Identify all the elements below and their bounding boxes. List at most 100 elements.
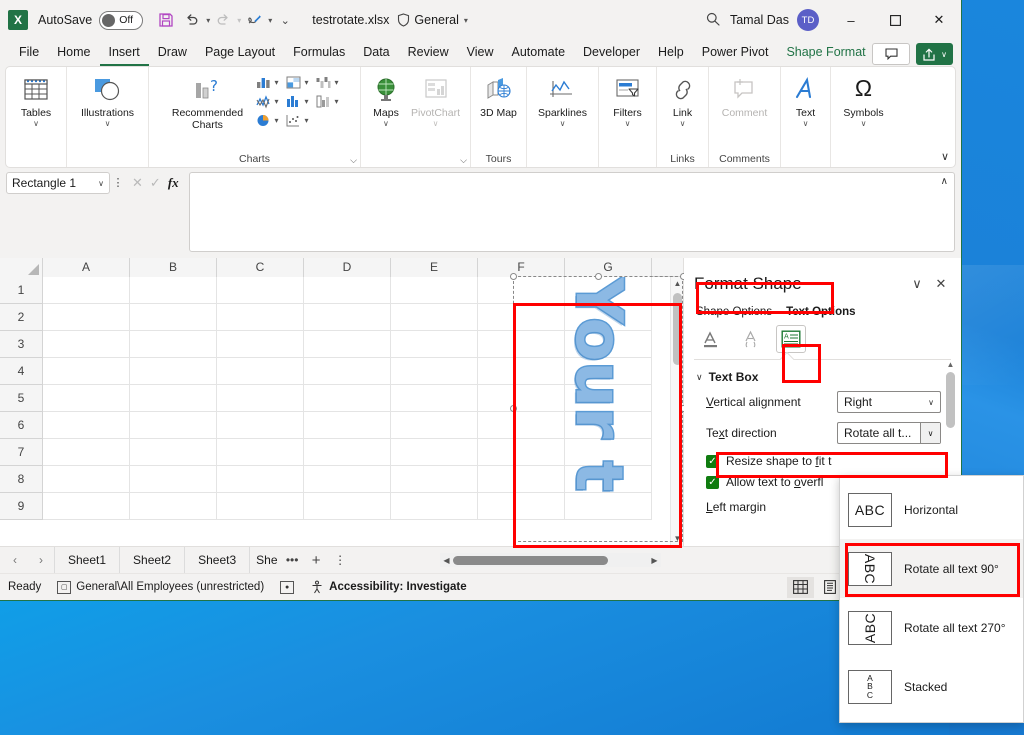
chevron-down-icon[interactable]: ∨: [920, 423, 940, 443]
sparklines-dropdown-caret[interactable]: ∨: [560, 119, 566, 128]
3d-map-button[interactable]: 3D Map: [475, 70, 522, 119]
cell[interactable]: [304, 439, 391, 466]
cell[interactable]: [217, 358, 304, 385]
shape-handle-mr[interactable]: [680, 405, 684, 412]
cell[interactable]: [217, 331, 304, 358]
cell[interactable]: [43, 493, 130, 520]
autosave-toggle[interactable]: Off: [99, 10, 144, 30]
maps-dialog-launcher[interactable]: ⌵: [460, 155, 467, 166]
text-box-section-header[interactable]: ∨ Text Box: [684, 370, 961, 384]
tab-text-options[interactable]: Text Options: [786, 306, 855, 318]
maps-dropdown-caret[interactable]: ∨: [383, 119, 389, 128]
cell[interactable]: [391, 439, 478, 466]
column-header-g[interactable]: G: [565, 258, 652, 277]
tab-insert[interactable]: Insert: [99, 42, 149, 66]
cell[interactable]: [304, 412, 391, 439]
cell[interactable]: [43, 358, 130, 385]
shape-handle-tr[interactable]: [680, 273, 684, 280]
link-button[interactable]: Link ∨: [663, 70, 703, 128]
scatter-chart-icon[interactable]: ▾: [282, 111, 310, 129]
row-header-5[interactable]: 5: [0, 385, 42, 412]
sheet-tab-sheet1[interactable]: Sheet1: [54, 546, 121, 574]
row-header-3[interactable]: 3: [0, 331, 42, 358]
line-chart-icon[interactable]: ▾: [252, 92, 280, 110]
maps-button[interactable]: Maps ∨: [366, 70, 406, 128]
pie-chart-icon[interactable]: ▾: [252, 111, 280, 129]
save-icon[interactable]: [153, 6, 179, 34]
ribbon-collapse-button[interactable]: ∨: [941, 150, 949, 163]
row-header-8[interactable]: 8: [0, 466, 42, 493]
cell[interactable]: [130, 277, 217, 304]
search-icon[interactable]: [696, 11, 730, 30]
wordart-shape[interactable]: Your t: [513, 277, 683, 543]
insert-function-icon[interactable]: fx: [168, 175, 179, 191]
waterfall-chart-icon[interactable]: ▾: [313, 73, 341, 91]
tab-help[interactable]: Help: [649, 42, 693, 66]
hscroll-right-icon[interactable]: ▶: [648, 556, 661, 565]
tab-automate[interactable]: Automate: [503, 42, 575, 66]
sensitivity-caret[interactable]: ▾: [464, 16, 468, 25]
tab-data[interactable]: Data: [354, 42, 398, 66]
tab-page-layout[interactable]: Page Layout: [196, 42, 284, 66]
cell[interactable]: [391, 412, 478, 439]
cell[interactable]: [217, 466, 304, 493]
cell[interactable]: [130, 358, 217, 385]
cell[interactable]: [43, 466, 130, 493]
select-all-corner[interactable]: [0, 258, 43, 277]
formula-bar-expand-icon[interactable]: ∧: [941, 176, 948, 187]
sheet-tab-sheet2[interactable]: Sheet2: [120, 546, 186, 574]
charts-dialog-launcher[interactable]: ⌵: [350, 155, 357, 166]
cell[interactable]: [391, 385, 478, 412]
cell[interactable]: [304, 358, 391, 385]
name-box[interactable]: Rectangle 1 ∨: [6, 172, 110, 194]
sensitivity-label-button[interactable]: General ▾: [397, 13, 468, 27]
hierarchy-chart-icon[interactable]: ▾: [282, 73, 310, 91]
cell[interactable]: [217, 439, 304, 466]
cell[interactable]: [391, 493, 478, 520]
sparklines-button[interactable]: Sparklines ∨: [533, 70, 592, 128]
tab-review[interactable]: Review: [399, 42, 458, 66]
share-button[interactable]: ∨: [916, 43, 953, 65]
pane-scroll-up-icon[interactable]: ▲: [947, 360, 955, 369]
cell[interactable]: [130, 493, 217, 520]
cell[interactable]: [43, 385, 130, 412]
tab-home[interactable]: Home: [48, 42, 99, 66]
vertical-alignment-dropdown[interactable]: Right ∨: [837, 391, 941, 413]
file-name[interactable]: testrotate.xlsx: [312, 13, 389, 27]
cell[interactable]: [130, 466, 217, 493]
column-chart-icon[interactable]: ▾: [252, 73, 280, 91]
menu-item-rotate-90[interactable]: ABC Rotate all text 90°: [840, 539, 1023, 598]
cell[interactable]: [217, 304, 304, 331]
tab-file[interactable]: File: [10, 42, 48, 66]
previous-sheet-icon[interactable]: ‹: [2, 553, 28, 567]
cell[interactable]: [43, 439, 130, 466]
text-effects-icon[interactable]: [736, 325, 766, 353]
tab-draw[interactable]: Draw: [149, 42, 196, 66]
row-header-6[interactable]: 6: [0, 412, 42, 439]
row-header-7[interactable]: 7: [0, 439, 42, 466]
filters-button[interactable]: Filters ∨: [608, 70, 648, 128]
cell[interactable]: [217, 277, 304, 304]
tab-power-pivot[interactable]: Power Pivot: [693, 42, 778, 66]
column-header-f[interactable]: F: [478, 258, 565, 277]
cell[interactable]: [391, 304, 478, 331]
cell[interactable]: [304, 277, 391, 304]
cell[interactable]: [391, 277, 478, 304]
cell[interactable]: [391, 466, 478, 493]
horizontal-scrollbar-thumb[interactable]: [453, 555, 608, 565]
accessibility-status-item[interactable]: Accessibility: Investigate: [310, 580, 467, 594]
cell[interactable]: [391, 331, 478, 358]
tab-shape-format[interactable]: Shape Format: [777, 42, 874, 66]
tab-view[interactable]: View: [458, 42, 503, 66]
cell[interactable]: [130, 385, 217, 412]
sheet-menu-icon[interactable]: ⋮: [328, 553, 352, 567]
close-button[interactable]: ✕: [917, 0, 961, 40]
symbols-dropdown-caret[interactable]: ∨: [861, 119, 867, 128]
cell[interactable]: [130, 304, 217, 331]
row-header-9[interactable]: 9: [0, 493, 42, 520]
sensitivity-status-item[interactable]: ▢ General\All Employees (unrestricted): [57, 580, 264, 594]
tab-developer[interactable]: Developer: [574, 42, 649, 66]
pen-icon[interactable]: [241, 6, 267, 34]
cell[interactable]: [304, 493, 391, 520]
customize-quick-access-icon[interactable]: ⌄: [272, 6, 298, 34]
